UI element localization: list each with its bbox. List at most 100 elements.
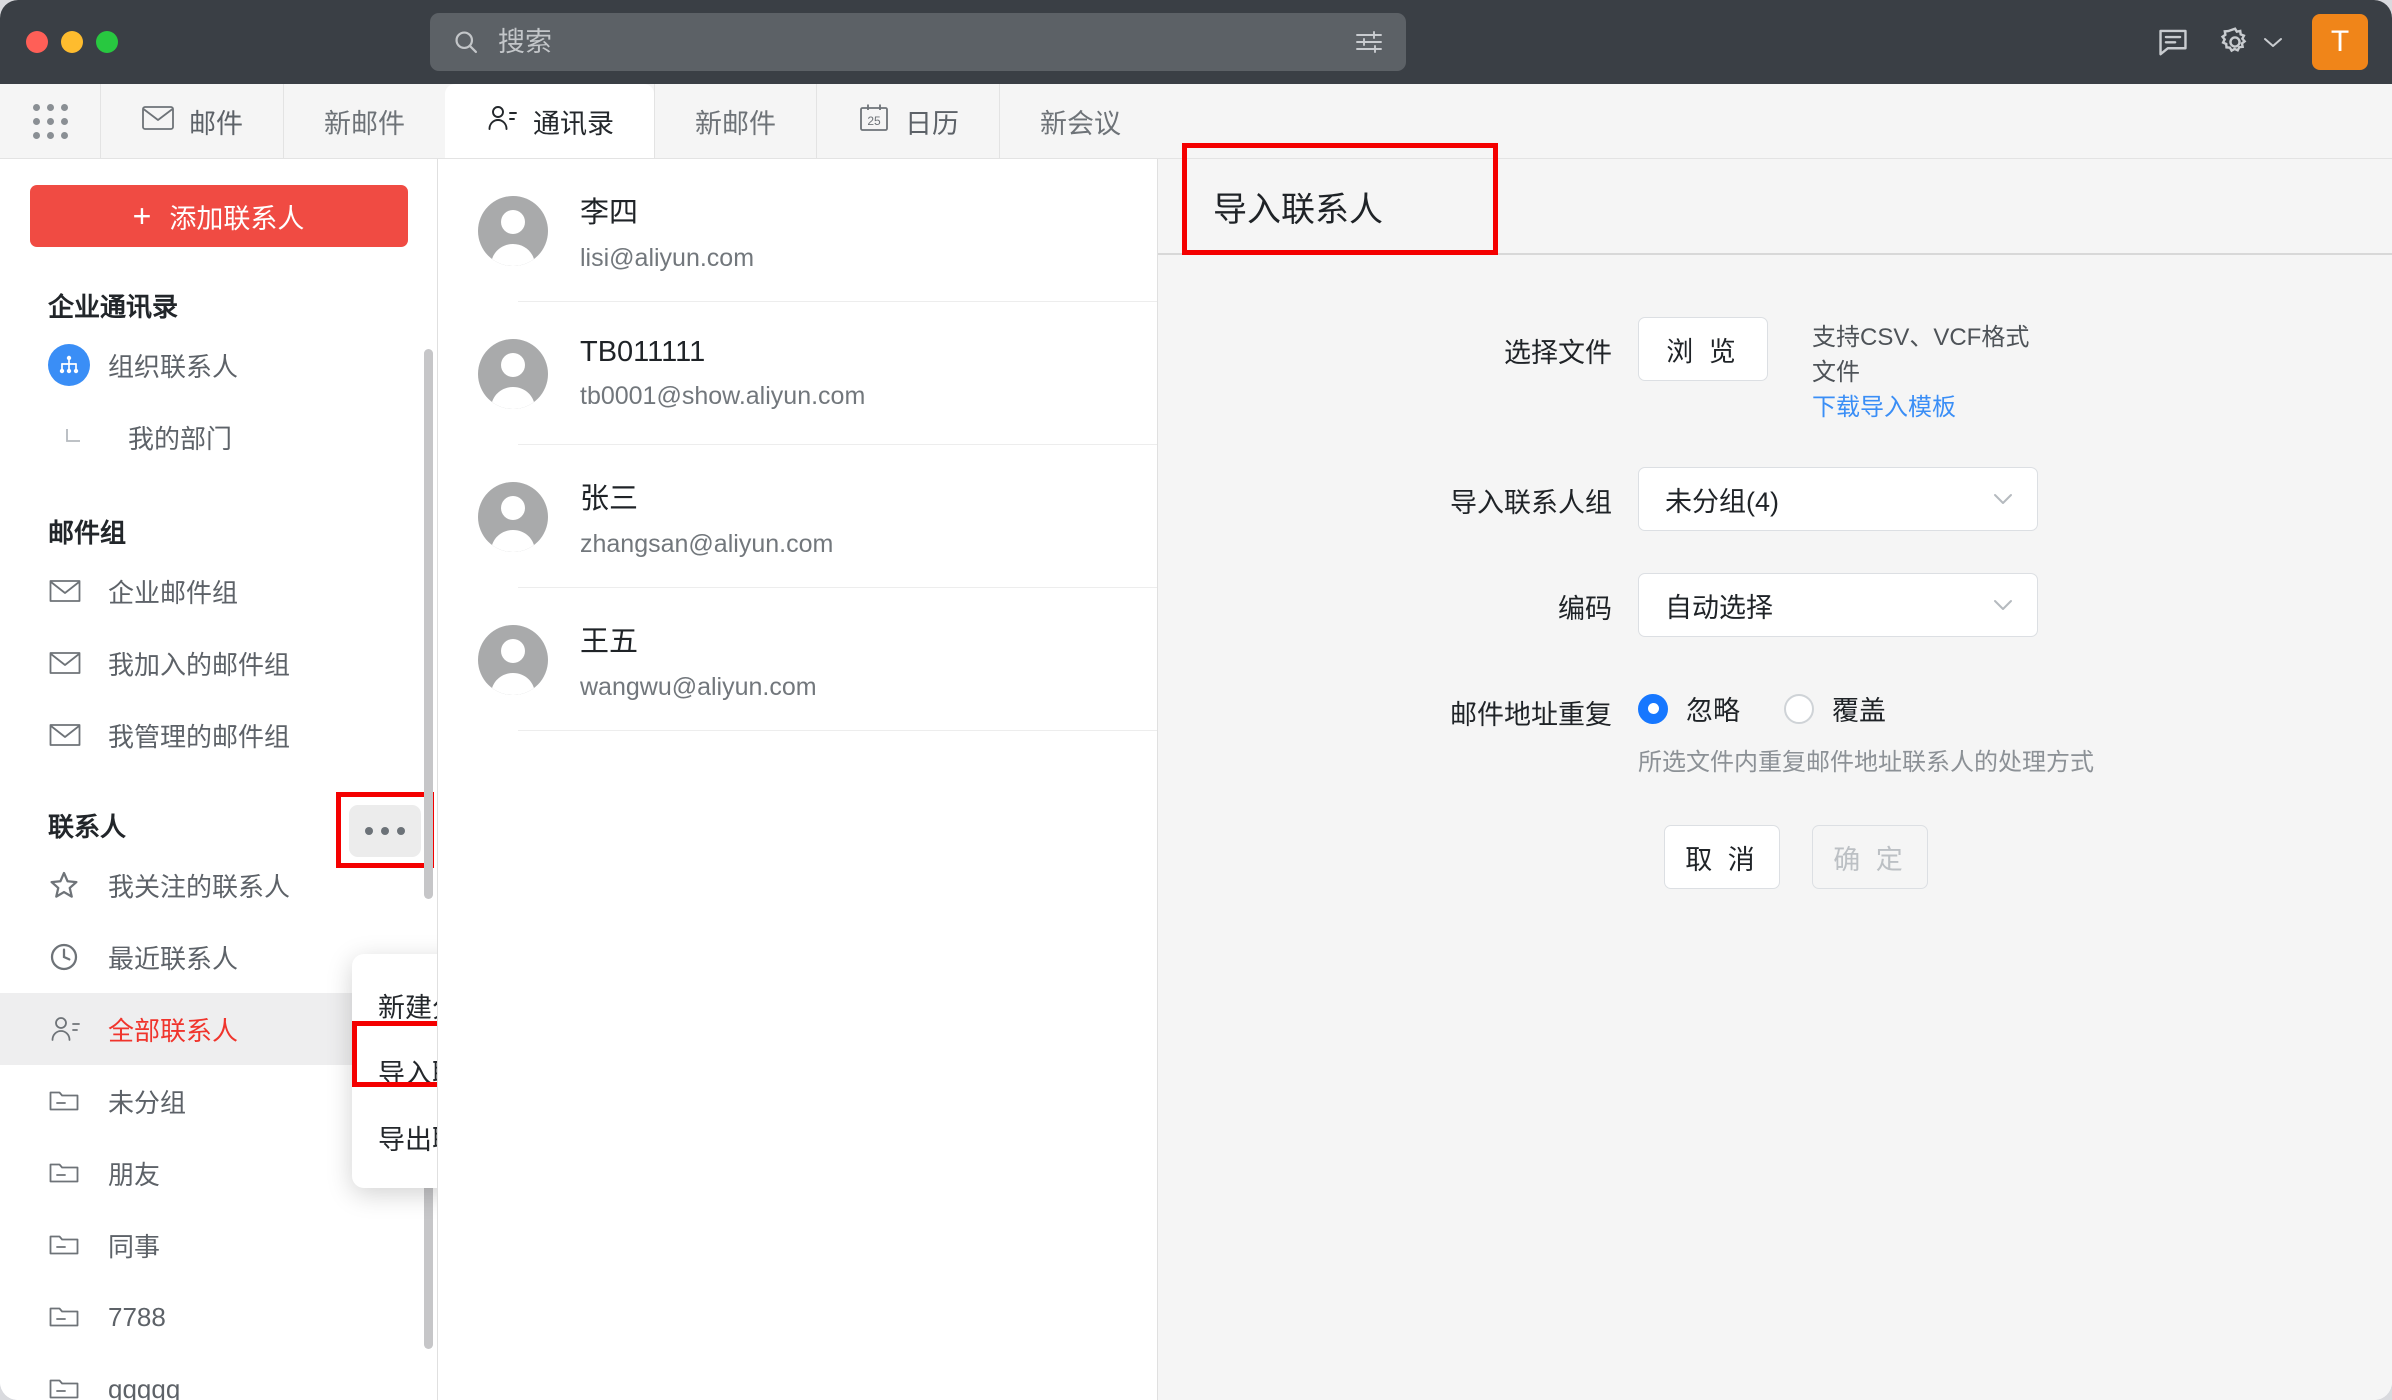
plus-icon: + bbox=[133, 200, 152, 232]
gear-icon[interactable] bbox=[2218, 25, 2252, 59]
settings-menu[interactable] bbox=[2218, 25, 2284, 59]
contacts-context-menu: 新建分组 导入联系人 导出联系人 bbox=[352, 954, 438, 1188]
cancel-button[interactable]: 取 消 bbox=[1664, 825, 1780, 889]
tab-label: 日历 bbox=[905, 102, 959, 141]
chevron-down-icon bbox=[1991, 492, 2015, 506]
page-title: 导入联系人 bbox=[1213, 182, 1383, 231]
tab-new-mail-2[interactable]: 新邮件 bbox=[654, 84, 816, 158]
svg-text:25: 25 bbox=[867, 114, 881, 128]
list-item[interactable]: TB011111 tb0001@show.aliyun.com bbox=[438, 302, 1157, 445]
file-format-hint: 支持CSV、VCF格式文件 下载导入模板 bbox=[1812, 317, 2050, 425]
contact-info: 王五 wangwu@aliyun.com bbox=[580, 618, 817, 702]
tab-label: 新邮件 bbox=[695, 102, 776, 141]
contact-list: 李四 lisi@aliyun.com TB011111 tb0001@show.… bbox=[438, 159, 1158, 1400]
encoding-select[interactable]: 自动选择 bbox=[1638, 573, 2038, 637]
user-avatar[interactable]: T bbox=[2312, 14, 2368, 70]
folder-icon bbox=[48, 1231, 90, 1259]
sidebar-item-label: qqqqq bbox=[108, 1374, 180, 1400]
chat-bubble-icon[interactable] bbox=[2156, 25, 2190, 59]
search-input[interactable]: 搜索 bbox=[498, 29, 552, 56]
browse-button[interactable]: 浏 览 bbox=[1638, 317, 1768, 381]
form-row-import-group: 导入联系人组 未分组(4) bbox=[1158, 467, 2392, 531]
import-contacts-panel: 导入联系人 选择文件 浏 览 支持CSV、VCF格式文件 下载导入模板 bbox=[1158, 159, 2392, 1400]
duplicate-options-wrap: 忽略 覆盖 所选文件内重复邮件地址联系人的处理方式 bbox=[1638, 679, 2094, 777]
contact-name: 王五 bbox=[580, 618, 817, 660]
sidebar-item-label: 我加入的邮件组 bbox=[108, 645, 290, 682]
tab-label: 新邮件 bbox=[324, 102, 405, 141]
panel-header: 导入联系人 bbox=[1158, 159, 2392, 255]
form-actions: 取 消 确 定 bbox=[1664, 825, 2392, 889]
tab-contacts[interactable]: 通讯录 bbox=[445, 84, 654, 158]
form-row-encoding: 编码 自动选择 bbox=[1158, 573, 2392, 637]
titlebar: 搜索 bbox=[0, 0, 2392, 84]
tab-label: 通讯录 bbox=[533, 102, 614, 141]
sidebar-item-followed-contacts[interactable]: 我关注的联系人 bbox=[0, 849, 437, 921]
confirm-button[interactable]: 确 定 bbox=[1812, 825, 1928, 889]
tab-new-meeting[interactable]: 新会议 bbox=[999, 84, 1161, 158]
contact-email: lisi@aliyun.com bbox=[580, 244, 754, 273]
tab-mail[interactable]: 邮件 bbox=[100, 84, 283, 158]
sidebar-scrollbar[interactable] bbox=[424, 349, 433, 899]
folder-icon bbox=[48, 1375, 90, 1400]
sidebar-item-label: 企业邮件组 bbox=[108, 573, 238, 610]
envelope-icon bbox=[48, 721, 90, 749]
duplicate-hint: 所选文件内重复邮件地址联系人的处理方式 bbox=[1638, 742, 2094, 777]
app-body: + 添加联系人 企业通讯录 bbox=[0, 159, 2392, 1400]
sidebar-item-label: 最近联系人 bbox=[108, 939, 238, 976]
import-form: 选择文件 浏 览 支持CSV、VCF格式文件 下载导入模板 导入联系人组 bbox=[1158, 255, 2392, 889]
field-control: 忽略 覆盖 所选文件内重复邮件地址联系人的处理方式 bbox=[1638, 679, 2094, 777]
contact-info: TB011111 tb0001@show.aliyun.com bbox=[580, 336, 865, 411]
section-header-contacts: 联系人 bbox=[0, 801, 437, 849]
sidebar-item-org-contacts[interactable]: 组织联系人 bbox=[0, 329, 437, 401]
sidebar-item-joined-mail-group[interactable]: 我加入的邮件组 bbox=[0, 627, 437, 699]
radio-option-ignore[interactable]: 忽略 bbox=[1638, 689, 1740, 728]
menu-item-export-contacts[interactable]: 导出联系人 bbox=[352, 1104, 438, 1170]
radio-option-overwrite[interactable]: 覆盖 bbox=[1784, 689, 1886, 728]
sidebar-item-my-department[interactable]: 我的部门 bbox=[0, 401, 437, 473]
envelope-icon bbox=[48, 649, 90, 677]
search-bar[interactable]: 搜索 bbox=[430, 13, 1406, 71]
supported-formats-text: 支持CSV、VCF格式文件 bbox=[1812, 324, 2029, 386]
select-value: 自动选择 bbox=[1665, 586, 1773, 625]
sidebar-item-qqqqq[interactable]: qqqqq bbox=[0, 1353, 437, 1400]
sidebar-item-label: 同事 bbox=[108, 1227, 160, 1264]
tab-bar: 邮件 新邮件 通讯录 新邮件 bbox=[0, 84, 2392, 159]
import-group-select[interactable]: 未分组(4) bbox=[1638, 467, 2038, 531]
add-contact-label: 添加联系人 bbox=[169, 197, 304, 236]
section-header-enterprise: 企业通讯录 bbox=[0, 281, 437, 329]
field-control: 浏 览 支持CSV、VCF格式文件 下载导入模板 bbox=[1638, 317, 2050, 425]
tab-calendar[interactable]: 25 日历 bbox=[816, 84, 999, 158]
radio-indicator-overwrite[interactable] bbox=[1784, 694, 1814, 724]
contact-name: 张三 bbox=[580, 475, 833, 517]
sidebar-item-enterprise-mail-group[interactable]: 企业邮件组 bbox=[0, 555, 437, 627]
chevron-down-icon bbox=[1991, 598, 2015, 612]
tree-branch-icon bbox=[60, 425, 110, 449]
menu-item-import-contacts[interactable]: 导入联系人 bbox=[352, 1038, 438, 1104]
section-header-mail-groups: 邮件组 bbox=[0, 507, 437, 555]
chevron-down-icon[interactable] bbox=[2262, 35, 2284, 49]
folder-icon bbox=[48, 1303, 90, 1331]
contacts-more-options-button[interactable] bbox=[349, 805, 421, 857]
app-grid-icon[interactable] bbox=[0, 84, 100, 158]
menu-item-new-group[interactable]: 新建分组 bbox=[352, 972, 438, 1038]
folder-icon bbox=[48, 1087, 90, 1115]
list-item[interactable]: 李四 lisi@aliyun.com bbox=[438, 159, 1157, 302]
close-window-button[interactable] bbox=[26, 31, 48, 53]
envelope-icon bbox=[48, 577, 90, 605]
minimize-window-button[interactable] bbox=[61, 31, 83, 53]
filter-sliders-icon[interactable] bbox=[1354, 29, 1384, 55]
sidebar-item-colleagues[interactable]: 同事 bbox=[0, 1209, 437, 1281]
list-item[interactable]: 王五 wangwu@aliyun.com bbox=[438, 588, 1157, 731]
section-title: 企业通讯录 bbox=[48, 287, 178, 324]
field-label: 编码 bbox=[1158, 573, 1638, 626]
maximize-window-button[interactable] bbox=[96, 31, 118, 53]
tab-new-mail-1[interactable]: 新邮件 bbox=[283, 84, 445, 158]
section-title: 联系人 bbox=[48, 807, 126, 844]
list-item[interactable]: 张三 zhangsan@aliyun.com bbox=[438, 445, 1157, 588]
menu-item-label: 导出联系人 bbox=[378, 1118, 438, 1157]
radio-indicator-ignore[interactable] bbox=[1638, 694, 1668, 724]
download-template-link[interactable]: 下载导入模板 bbox=[1812, 394, 1956, 421]
sidebar-item-7788[interactable]: 7788 bbox=[0, 1281, 437, 1353]
sidebar-item-managed-mail-group[interactable]: 我管理的邮件组 bbox=[0, 699, 437, 771]
add-contact-button[interactable]: + 添加联系人 bbox=[30, 185, 408, 247]
